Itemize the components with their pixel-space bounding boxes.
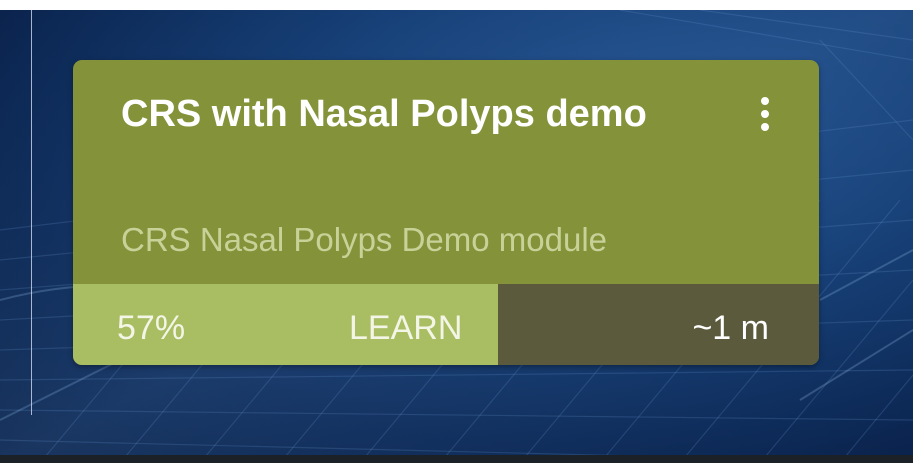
more-options-button[interactable] bbox=[745, 90, 785, 138]
bottom-band bbox=[0, 455, 913, 463]
course-page: CRS with Nasal Polyps demo CRS Nasal Pol… bbox=[0, 0, 913, 463]
course-description: CRS Nasal Polyps Demo module bbox=[121, 221, 608, 258]
learn-button[interactable]: LEARN bbox=[349, 308, 462, 348]
progress-percent: 57% bbox=[117, 309, 186, 347]
top-band bbox=[0, 0, 913, 10]
card-footer: 57% LEARN ~1 m bbox=[73, 284, 819, 365]
more-vertical-icon bbox=[761, 97, 769, 105]
course-title: CRS with Nasal Polyps demo bbox=[121, 93, 647, 135]
duration-label: ~1 m bbox=[692, 309, 769, 347]
course-card[interactable]: CRS with Nasal Polyps demo CRS Nasal Pol… bbox=[73, 60, 819, 365]
more-vertical-icon-dot-2 bbox=[761, 110, 769, 118]
vertical-divider bbox=[31, 10, 32, 415]
more-vertical-icon-dot-3 bbox=[761, 123, 769, 131]
